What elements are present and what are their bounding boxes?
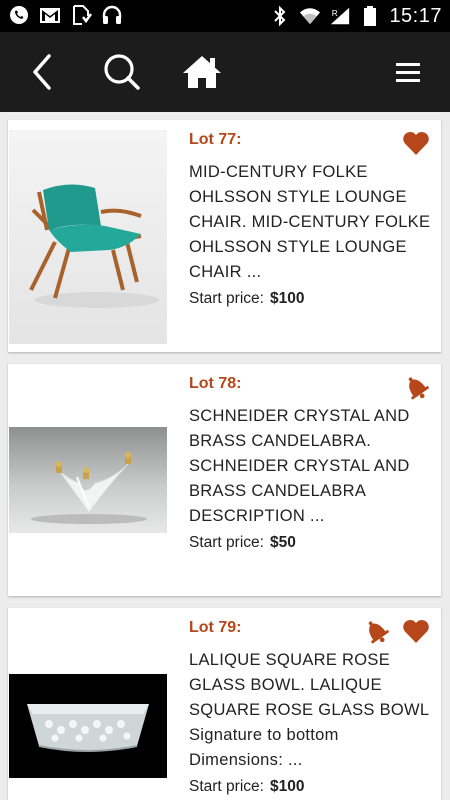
heart-icon <box>403 131 429 155</box>
home-icon <box>183 56 221 88</box>
lot-number: Lot 78: <box>189 375 242 392</box>
status-time: 15:17 <box>389 4 442 27</box>
back-arrow-icon <box>33 54 51 90</box>
gmail-icon <box>39 4 61 26</box>
bell-icon <box>408 377 429 400</box>
start-price-label: Start price: <box>189 778 264 795</box>
start-price-value: $100 <box>269 290 305 307</box>
start-price: Start price: $100 <box>189 288 431 310</box>
whatsapp-icon <box>8 4 30 26</box>
lot-description[interactable]: LALIQUE SQUARE ROSE GLASS BOWL. LALIQUE … <box>189 648 431 773</box>
home-button[interactable] <box>172 32 232 112</box>
lot-image-bowl[interactable] <box>9 674 167 778</box>
reminder-button[interactable] <box>401 372 431 402</box>
start-price-label: Start price: <box>189 534 264 551</box>
bell-icon <box>368 621 389 644</box>
search-button[interactable] <box>92 32 152 112</box>
favorite-button[interactable] <box>401 616 431 646</box>
back-button[interactable] <box>12 32 72 112</box>
lot-image-chair[interactable] <box>9 130 167 344</box>
menu-button[interactable] <box>378 32 438 112</box>
lot-card-78[interactable]: Lot 78: SCHNEIDER CRYSTAL AND BRASS CAND… <box>8 364 441 596</box>
start-price: Start price: $50 <box>189 532 431 554</box>
lot-card-77[interactable]: Lot 77: MID-CENTURY FOLKE OHLSSON STYLE … <box>8 120 441 352</box>
status-bar: R 15:17 <box>0 0 450 32</box>
lot-description[interactable]: MID-CENTURY FOLKE OHLSSON STYLE LOUNGE C… <box>189 160 431 285</box>
signal-icon: R <box>329 5 351 27</box>
start-price-value: $100 <box>269 778 305 795</box>
battery-icon <box>359 5 381 27</box>
lot-number: Lot 79: <box>189 619 242 636</box>
wifi-icon <box>299 5 321 27</box>
lot-number: Lot 77: <box>189 131 242 148</box>
svg-text:R: R <box>332 9 338 18</box>
lot-description[interactable]: SCHNEIDER CRYSTAL AND BRASS CANDELABRA. … <box>189 404 431 529</box>
menu-icon <box>396 63 420 82</box>
bluetooth-icon <box>269 5 291 27</box>
start-price-label: Start price: <box>189 290 264 307</box>
headphones-icon <box>101 4 123 26</box>
start-price-value: $50 <box>269 534 296 551</box>
lot-card-79[interactable]: Lot 79: LALIQUE SQUARE ROSE GLASS BOWL. … <box>8 608 441 800</box>
lot-image-candelabra[interactable] <box>9 427 167 533</box>
app-toolbar <box>0 32 450 112</box>
favorite-button[interactable] <box>401 128 431 158</box>
lot-list[interactable]: Lot 77: MID-CENTURY FOLKE OHLSSON STYLE … <box>0 112 450 800</box>
download-icon <box>70 4 92 26</box>
heart-icon <box>403 619 429 643</box>
reminder-button[interactable] <box>361 616 391 646</box>
search-icon <box>104 54 140 90</box>
start-price: Start price: $100 <box>189 776 431 798</box>
